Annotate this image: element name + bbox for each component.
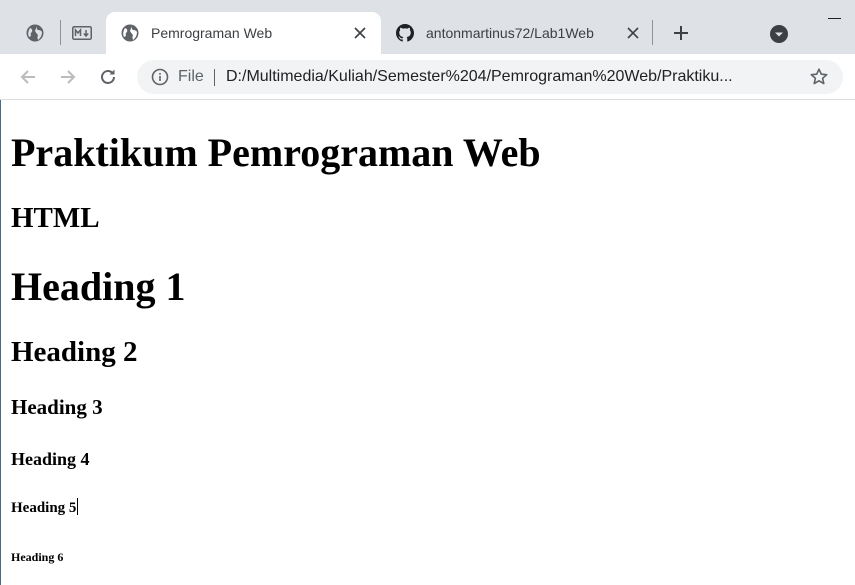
globe-icon: [121, 24, 139, 42]
reload-icon: [101, 69, 115, 84]
close-icon[interactable]: [351, 24, 369, 42]
reload-button[interactable]: [95, 64, 121, 90]
close-icon[interactable]: [624, 24, 642, 42]
minimize-button[interactable]: [820, 4, 850, 24]
pinned-tab-globe[interactable]: [13, 12, 57, 54]
new-tab-button[interactable]: [668, 20, 694, 46]
heading-3: Heading 3: [11, 395, 103, 419]
tab-title: antonmartinus72/Lab1Web: [426, 25, 594, 41]
tab-strip: Pemrograman Web antonmartinus72/Lab1Web: [0, 0, 855, 54]
url-text[interactable]: D:/Multimedia/Kuliah/Semester%204/Pemrog…: [226, 68, 786, 86]
address-divider: [214, 69, 215, 86]
heading-6: Heading 6: [11, 550, 64, 564]
text-cursor: [77, 498, 79, 515]
back-button[interactable]: [15, 64, 41, 90]
heading-4: Heading 4: [11, 449, 90, 469]
tab-github-lab1web[interactable]: antonmartinus72/Lab1Web: [381, 12, 651, 54]
page-title: Praktikum Pemrograman Web: [11, 130, 541, 175]
heading-1: Heading 1: [11, 264, 186, 309]
toolbar: File D:/Multimedia/Kuliah/Semester%204/P…: [0, 54, 855, 100]
star-icon[interactable]: [809, 67, 829, 87]
heading-5: Heading 5: [11, 498, 79, 517]
chevron-down-icon: [770, 25, 788, 43]
heading-2: Heading 2: [11, 336, 138, 368]
markdown-icon: [72, 26, 92, 40]
arrow-right-icon: [61, 70, 76, 84]
forward-button[interactable]: [55, 64, 81, 90]
globe-icon: [26, 24, 44, 42]
arrow-left-icon: [20, 70, 35, 84]
page-content: Praktikum Pemrograman Web HTML Heading 1…: [0, 101, 855, 585]
pinned-tab-markdown[interactable]: [60, 12, 104, 54]
scheme-label: File: [178, 68, 204, 85]
tab-search-button[interactable]: [766, 21, 792, 47]
heading-5-text: Heading 5: [11, 500, 77, 516]
tab-pemrograman-web[interactable]: Pemrograman Web: [106, 12, 381, 54]
address-bar[interactable]: File D:/Multimedia/Kuliah/Semester%204/P…: [137, 60, 843, 94]
tab-separator: [652, 20, 653, 45]
page-subtitle: HTML: [11, 202, 100, 234]
tab-title: Pemrograman Web: [151, 25, 273, 41]
github-icon: [396, 24, 414, 42]
plus-icon: [674, 26, 688, 40]
info-icon[interactable]: [151, 68, 169, 86]
